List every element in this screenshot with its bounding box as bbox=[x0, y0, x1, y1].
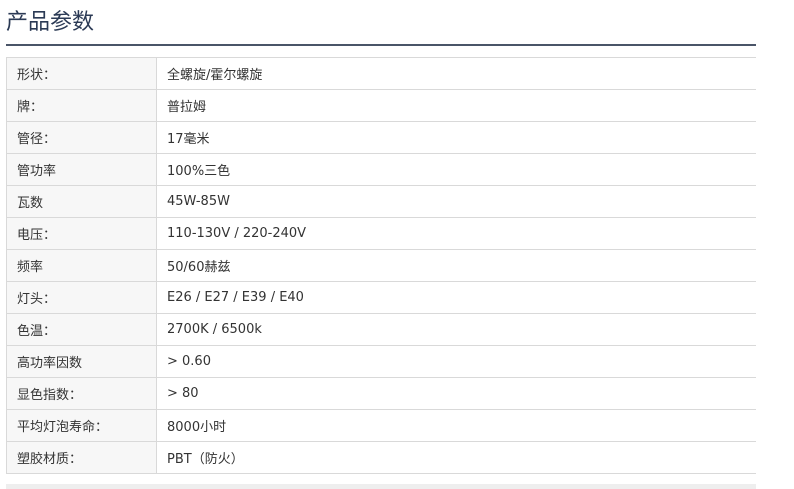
spec-row: 色温： 2700K / 6500k bbox=[6, 313, 756, 346]
spec-row: 塑胶材质： PBT（防火） bbox=[6, 441, 756, 474]
spec-row: 管功率 100%三色 bbox=[6, 153, 756, 186]
spec-table: 形状： 全螺旋/霍尔螺旋 牌： 普拉姆 管径： 17毫米 管功率 100%三色 瓦数 45W-85… bbox=[6, 57, 756, 474]
spec-label: 频率 bbox=[6, 249, 157, 282]
spec-label: 色温： bbox=[6, 313, 157, 346]
product-params-section: 产品参数 形状： 全螺旋/霍尔螺旋 牌： 普拉姆 管径： 17毫米 管功率 100%三色 瓦数 4… bbox=[6, 0, 756, 474]
spec-label: 显色指数： bbox=[6, 377, 157, 410]
spec-value: 110-130V / 220-240V bbox=[156, 217, 756, 250]
spec-value: 17毫米 bbox=[156, 121, 756, 154]
spec-value: E26 / E27 / E39 / E40 bbox=[156, 281, 756, 314]
spec-value: 50/60赫兹 bbox=[156, 249, 756, 282]
spec-value: 45W-85W bbox=[156, 185, 756, 218]
spec-value: PBT（防火） bbox=[156, 441, 756, 474]
spec-value: 100%三色 bbox=[156, 153, 756, 186]
spec-label: 电压： bbox=[6, 217, 157, 250]
spec-label: 形状： bbox=[6, 57, 157, 90]
spec-table-body: 形状： 全螺旋/霍尔螺旋 牌： 普拉姆 管径： 17毫米 管功率 100%三色 瓦数 45W-85… bbox=[6, 57, 756, 474]
section-title: 产品参数 bbox=[6, 0, 756, 46]
spec-value: 2700K / 6500k bbox=[156, 313, 756, 346]
spec-value: > 0.60 bbox=[156, 345, 756, 378]
spec-label: 高功率因数 bbox=[6, 345, 157, 378]
spec-label: 牌： bbox=[6, 89, 157, 122]
spec-row: 管径： 17毫米 bbox=[6, 121, 756, 154]
spec-row: 牌： 普拉姆 bbox=[6, 89, 756, 122]
spec-label: 管径： bbox=[6, 121, 157, 154]
spec-row: 电压： 110-130V / 220-240V bbox=[6, 217, 756, 250]
spec-row: 灯头： E26 / E27 / E39 / E40 bbox=[6, 281, 756, 314]
spec-label: 管功率 bbox=[6, 153, 157, 186]
spec-row: 显色指数： > 80 bbox=[6, 377, 756, 410]
spec-label: 平均灯泡寿命： bbox=[6, 409, 157, 442]
spec-row: 瓦数 45W-85W bbox=[6, 185, 756, 218]
spec-value: 普拉姆 bbox=[156, 89, 756, 122]
bottom-scroll-bar bbox=[6, 484, 756, 489]
spec-value: > 80 bbox=[156, 377, 756, 410]
spec-row: 频率 50/60赫兹 bbox=[6, 249, 756, 282]
spec-label: 瓦数 bbox=[6, 185, 157, 218]
spec-value: 8000小时 bbox=[156, 409, 756, 442]
spec-row: 高功率因数 > 0.60 bbox=[6, 345, 756, 378]
spec-value: 全螺旋/霍尔螺旋 bbox=[156, 57, 756, 90]
spec-label: 塑胶材质： bbox=[6, 441, 157, 474]
spec-label: 灯头： bbox=[6, 281, 157, 314]
spec-row: 形状： 全螺旋/霍尔螺旋 bbox=[6, 57, 756, 90]
spec-row: 平均灯泡寿命： 8000小时 bbox=[6, 409, 756, 442]
